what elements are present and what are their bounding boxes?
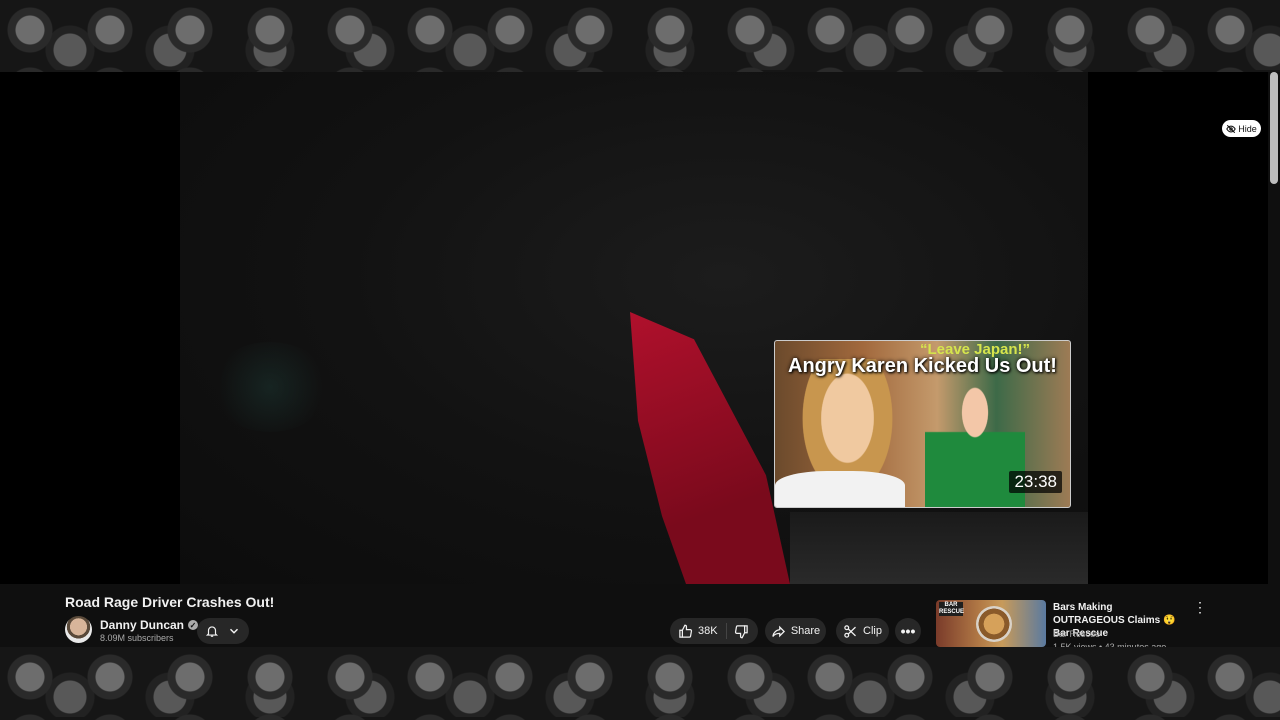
endcard-thumb-shirt bbox=[775, 471, 905, 507]
more-vertical-icon[interactable]: ⋮ bbox=[1193, 600, 1207, 618]
share-label: Share bbox=[790, 625, 821, 637]
like-dislike-group: 38K bbox=[670, 618, 758, 644]
hide-endcards-button[interactable]: Hide bbox=[1222, 120, 1261, 137]
clip-label: Clip bbox=[863, 625, 882, 637]
notification-bell-button[interactable] bbox=[197, 618, 249, 644]
like-count: 38K bbox=[698, 625, 718, 637]
video-info-bar: Road Rage Driver Crashes Out! Danny Dunc… bbox=[0, 584, 1280, 647]
endcard-overlay-text: “Leave Japan!” bbox=[919, 341, 1031, 358]
thumbs-down-icon bbox=[734, 624, 748, 638]
video-player[interactable] bbox=[0, 72, 1268, 584]
thumbs-up-icon bbox=[679, 624, 693, 638]
scrollbar-thumb[interactable] bbox=[1270, 72, 1278, 184]
share-button[interactable]: Share bbox=[765, 618, 826, 644]
channel-name-link[interactable]: Danny Duncan ✓ bbox=[100, 618, 199, 632]
clip-button[interactable]: Clip bbox=[836, 618, 889, 644]
endcard-title: Angry Karen Kicked Us Out! bbox=[788, 355, 1057, 377]
video-red-figure bbox=[630, 312, 790, 584]
endcard-video[interactable]: “Leave Japan!” Angry Karen Kicked Us Out… bbox=[774, 340, 1071, 508]
share-arrow-icon bbox=[772, 625, 785, 637]
channel-name: Danny Duncan bbox=[100, 618, 185, 632]
eye-slash-icon bbox=[1226, 124, 1237, 133]
recommended-thumbnail[interactable]: BAR RESCUE bbox=[936, 600, 1046, 647]
skull-banner-top bbox=[0, 0, 1280, 72]
more-horizontal-icon: ••• bbox=[900, 623, 916, 639]
hide-label: Hide bbox=[1238, 123, 1257, 134]
thumbnail-plate bbox=[976, 606, 1012, 642]
video-foreground bbox=[790, 512, 1088, 584]
bar-rescue-logo: BAR RESCUE bbox=[939, 602, 965, 616]
recommended-video[interactable]: BAR RESCUE Bars Making OUTRAGEOUS Claims… bbox=[936, 600, 1266, 647]
subscriber-count: 8.09M subscribers bbox=[100, 633, 174, 643]
channel-avatar[interactable] bbox=[65, 616, 92, 643]
bell-icon bbox=[205, 626, 219, 637]
more-actions-button[interactable]: ••• bbox=[895, 618, 921, 644]
video-haze bbox=[210, 342, 330, 432]
video-title: Road Rage Driver Crashes Out! bbox=[65, 594, 275, 610]
endcard-duration: 23:38 bbox=[1009, 471, 1062, 493]
skull-banner-bottom bbox=[0, 647, 1280, 720]
like-button[interactable]: 38K bbox=[670, 623, 727, 639]
dislike-button[interactable] bbox=[727, 624, 749, 639]
recommended-channel[interactable]: Bar Rescue bbox=[1053, 629, 1100, 639]
page-scrollbar[interactable] bbox=[1268, 72, 1280, 584]
chevron-down-icon bbox=[229, 628, 239, 634]
scissors-icon bbox=[844, 624, 856, 638]
